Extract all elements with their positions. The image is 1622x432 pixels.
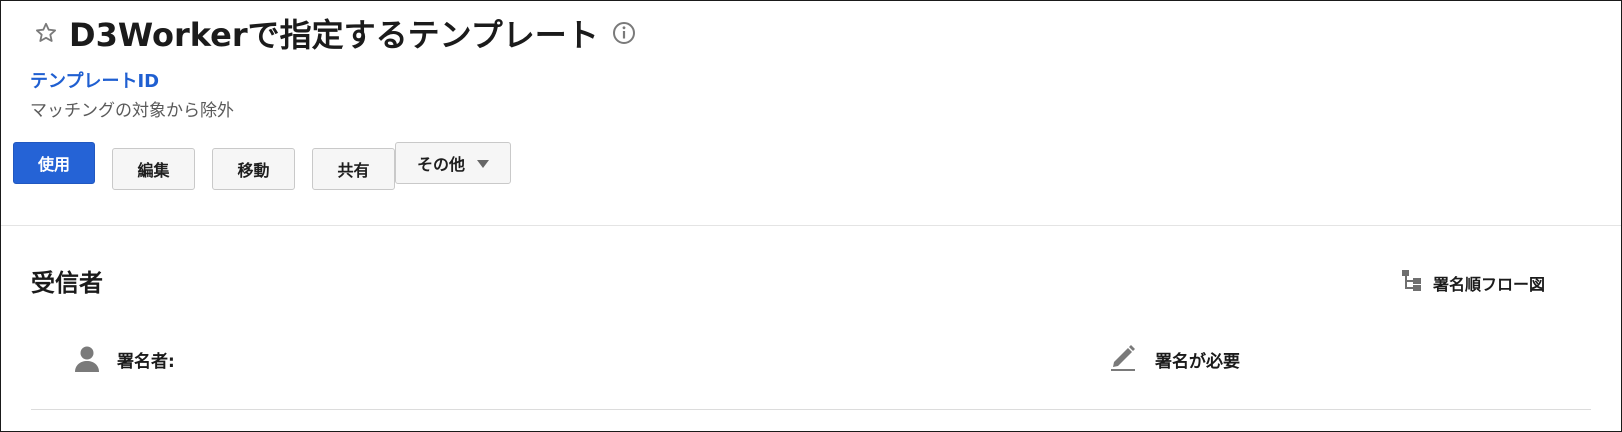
signing-flow-label: 署名順フロー図 (1433, 275, 1546, 294)
move-button[interactable]: 移動 (212, 148, 295, 190)
template-header: D3Workerで指定するテンプレート テンプレートID マッチングの対象から除… (1, 1, 1621, 226)
star-icon[interactable] (33, 20, 59, 46)
recipient-action-label: 署名が必要 (1155, 352, 1240, 372)
title-row: D3Workerで指定するテンプレート (33, 11, 637, 55)
edit-button[interactable]: 編集 (112, 148, 195, 190)
recipients-section-title: 受信者 (31, 269, 103, 297)
more-button-label: その他 (416, 155, 465, 174)
template-id-link[interactable]: テンプレートID (30, 67, 159, 93)
recipient-row: 署名者: 署名が必要 (31, 331, 1591, 410)
share-button[interactable]: 共有 (312, 148, 395, 190)
person-icon (73, 345, 101, 373)
hierarchy-tree-icon (1401, 269, 1423, 297)
caret-down-icon (477, 160, 489, 168)
page-title: D3Workerで指定するテンプレート (69, 16, 599, 54)
pen-icon (1109, 343, 1137, 373)
more-dropdown-button[interactable]: その他 (395, 142, 511, 184)
signing-flow-link[interactable]: 署名順フロー図 (1401, 269, 1545, 297)
template-page: D3Workerで指定するテンプレート テンプレートID マッチングの対象から除… (0, 0, 1622, 432)
template-description: マッチングの対象から除外 (30, 101, 234, 121)
recipient-role-label: 署名者: (117, 352, 175, 372)
use-button[interactable]: 使用 (13, 142, 95, 184)
info-icon[interactable] (611, 20, 637, 46)
